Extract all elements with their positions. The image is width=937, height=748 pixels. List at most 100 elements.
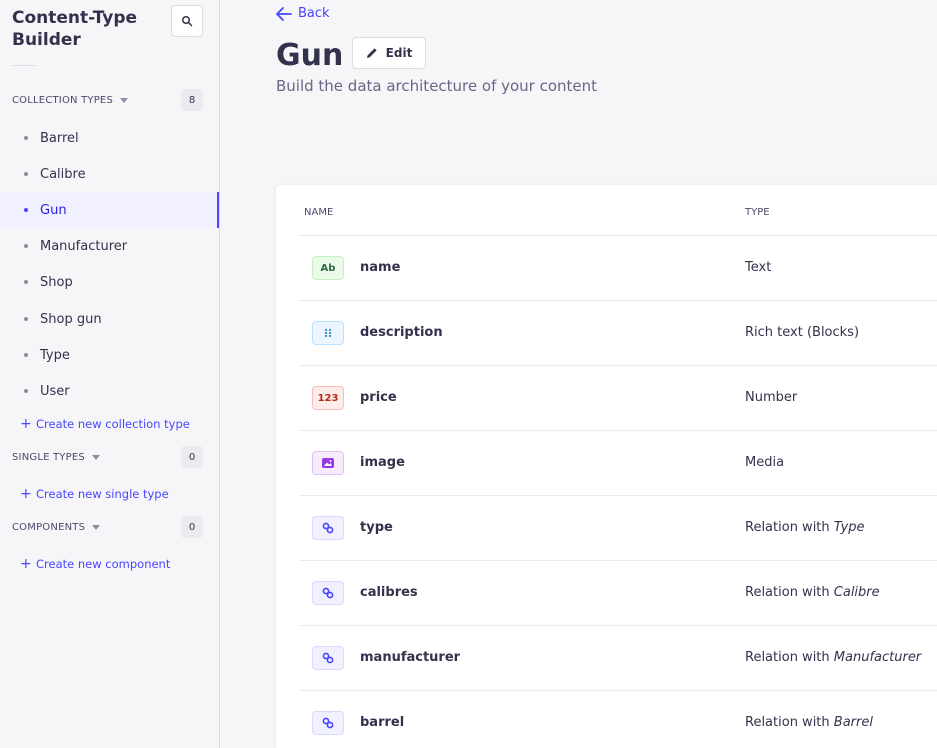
sidebar-item-shop-gun[interactable]: Shop gun bbox=[0, 301, 219, 337]
sidebar-item-manufacturer[interactable]: Manufacturer bbox=[0, 228, 219, 264]
sidebar-item-label: Manufacturer bbox=[40, 238, 128, 254]
search-button[interactable] bbox=[171, 5, 203, 37]
sidebar-item-label: Calibre bbox=[40, 166, 86, 182]
collection-types-header[interactable]: Collection types 8 bbox=[12, 89, 203, 111]
caret-down-icon bbox=[120, 97, 128, 103]
caret-down-icon bbox=[91, 454, 100, 460]
relation-target: Manufacturer bbox=[833, 650, 922, 665]
sidebar-item-barrel[interactable]: Barrel bbox=[0, 120, 219, 156]
back-link[interactable]: Back bbox=[276, 6, 330, 21]
relation-icon bbox=[312, 516, 344, 540]
edit-label: Edit bbox=[385, 46, 413, 60]
relation-prefix: Relation with bbox=[745, 650, 830, 665]
table-row[interactable]: Ab name Text bbox=[299, 236, 937, 301]
field-name: image bbox=[360, 455, 405, 470]
create-component-link[interactable]: + Create new component bbox=[20, 557, 170, 571]
page-title: Gun bbox=[276, 38, 344, 73]
create-collection-type-label: Create new collection type bbox=[36, 417, 190, 431]
sidebar-item-label: Type bbox=[40, 347, 70, 363]
arrow-left-icon bbox=[276, 6, 292, 21]
single-types-count: 0 bbox=[181, 446, 203, 468]
bullet-icon bbox=[24, 353, 28, 357]
plus-icon: + bbox=[20, 416, 32, 432]
field-name: description bbox=[360, 325, 443, 340]
relation-icon bbox=[312, 711, 344, 735]
field-type: Number bbox=[745, 390, 798, 405]
sidebar-title: Content-Type Builder bbox=[12, 8, 138, 50]
collection-types-label: Collection types bbox=[12, 94, 113, 106]
table-row[interactable]: calibres Relation with Calibre bbox=[299, 561, 937, 626]
relation-prefix: Relation with bbox=[745, 520, 830, 535]
column-header-name: Name bbox=[304, 207, 334, 218]
table-row[interactable]: barrel Relation with Barrel bbox=[299, 691, 937, 748]
relation-icon bbox=[312, 581, 344, 605]
field-type: Relation with Type bbox=[745, 520, 865, 535]
field-name: price bbox=[360, 390, 397, 405]
bullet-icon bbox=[24, 208, 28, 212]
field-name: barrel bbox=[360, 715, 405, 730]
sidebar-item-label: Shop gun bbox=[40, 311, 102, 327]
bullet-icon bbox=[24, 317, 28, 321]
components-header[interactable]: Components 0 bbox=[12, 516, 203, 538]
bullet-icon bbox=[24, 172, 28, 176]
caret-down-icon bbox=[92, 524, 101, 530]
collection-types-count: 8 bbox=[181, 89, 203, 111]
plus-icon: + bbox=[20, 556, 32, 572]
field-name: manufacturer bbox=[360, 650, 461, 665]
sidebar-item-shop[interactable]: Shop bbox=[0, 264, 219, 300]
field-type: Relation with Barrel bbox=[745, 715, 873, 730]
sidebar-item-type[interactable]: Type bbox=[0, 337, 219, 373]
table-row[interactable]: type Relation with Type bbox=[299, 496, 937, 561]
field-name: type bbox=[360, 520, 393, 535]
relation-prefix: Relation with bbox=[745, 585, 830, 600]
column-header-type: Type bbox=[745, 207, 770, 218]
sidebar-divider bbox=[12, 65, 36, 66]
bullet-icon bbox=[24, 136, 28, 140]
field-name: name bbox=[360, 260, 401, 275]
back-label: Back bbox=[298, 6, 330, 21]
bullet-icon bbox=[24, 389, 28, 393]
bullet-icon bbox=[24, 280, 28, 284]
field-type: Text bbox=[745, 260, 772, 275]
table-row[interactable]: description Rich text (Blocks) bbox=[299, 301, 937, 366]
sidebar-item-label: Shop bbox=[40, 274, 73, 290]
table-row[interactable]: image Media bbox=[299, 431, 937, 496]
single-types-header[interactable]: Single types 0 bbox=[12, 446, 203, 468]
table-row[interactable]: 123 price Number bbox=[299, 366, 937, 431]
relation-target: Barrel bbox=[833, 715, 873, 730]
relation-icon bbox=[312, 646, 344, 670]
field-name: calibres bbox=[360, 585, 418, 600]
sidebar-item-gun[interactable]: Gun bbox=[0, 192, 219, 228]
field-type: Relation with Manufacturer bbox=[745, 650, 921, 665]
text-icon: Ab bbox=[312, 256, 344, 280]
sidebar-item-label: User bbox=[40, 383, 70, 399]
plus-icon: + bbox=[20, 486, 32, 502]
table-row[interactable]: manufacturer Relation with Manufacturer bbox=[299, 626, 937, 691]
page-subtitle: Build the data architecture of your cont… bbox=[276, 77, 598, 95]
sidebar-item-calibre[interactable]: Calibre bbox=[0, 156, 219, 192]
components-label: Components bbox=[12, 521, 86, 533]
create-single-type-label: Create new single type bbox=[36, 487, 169, 501]
single-types-label: Single types bbox=[12, 451, 85, 463]
edit-button[interactable]: Edit bbox=[352, 37, 426, 69]
media-icon bbox=[312, 451, 344, 475]
sidebar-item-label: Barrel bbox=[40, 130, 79, 146]
relation-target: Calibre bbox=[833, 585, 880, 600]
create-component-label: Create new component bbox=[36, 557, 171, 571]
fields-table: Name Type Ab name Text description Rich … bbox=[276, 185, 937, 748]
sidebar-item-label: Gun bbox=[40, 202, 67, 218]
create-single-type-link[interactable]: + Create new single type bbox=[20, 487, 169, 501]
blocks-icon bbox=[312, 321, 344, 345]
field-type: Media bbox=[745, 455, 785, 470]
sidebar: Content-Type Builder Collection types 8 … bbox=[0, 0, 220, 748]
bullet-icon bbox=[24, 244, 28, 248]
relation-target: Type bbox=[833, 520, 865, 535]
field-type: Rich text (Blocks) bbox=[745, 325, 860, 340]
number-icon: 123 bbox=[312, 386, 344, 410]
relation-prefix: Relation with bbox=[745, 715, 830, 730]
field-type: Relation with Calibre bbox=[745, 585, 880, 600]
create-collection-type-link[interactable]: + Create new collection type bbox=[20, 417, 190, 431]
pencil-icon bbox=[366, 48, 377, 58]
sidebar-item-user[interactable]: User bbox=[0, 373, 219, 409]
components-count: 0 bbox=[181, 516, 203, 538]
